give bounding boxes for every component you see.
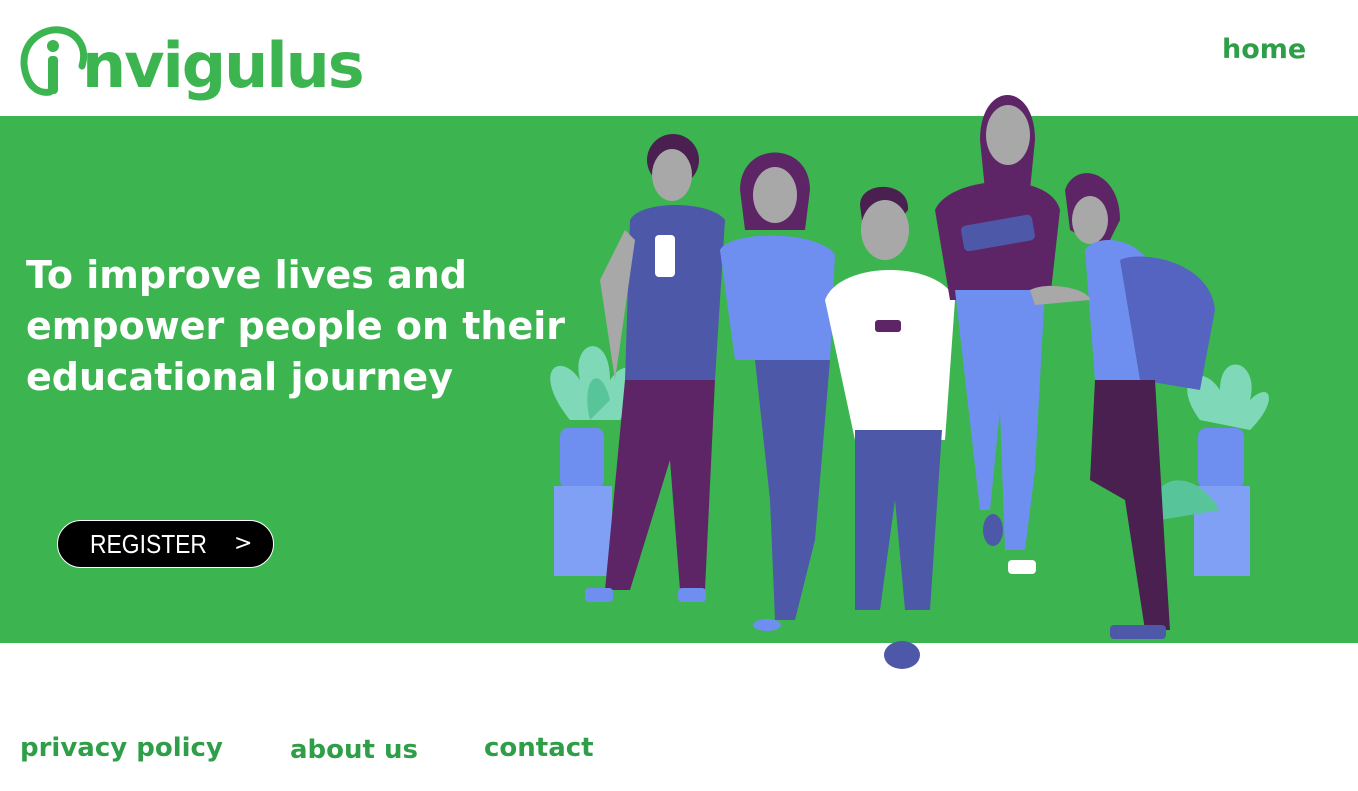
- footer-privacy-policy-link[interactable]: privacy policy: [20, 733, 223, 763]
- hero-headline: To improve lives and empower people on t…: [26, 253, 565, 399]
- person-5-figure: [1030, 173, 1215, 639]
- logo-wordmark: nvigulus: [82, 29, 365, 102]
- register-button-label: REGISTER: [90, 529, 207, 559]
- register-button[interactable]: REGISTER >: [57, 520, 274, 568]
- person-2-figure: [720, 152, 835, 631]
- nav-home-link[interactable]: home: [1222, 34, 1306, 65]
- plant-right-icon: [1155, 364, 1269, 576]
- chevron-right-icon: >: [234, 531, 253, 556]
- invigulus-logo[interactable]: nvigulus: [16, 22, 365, 112]
- footer-contact-link[interactable]: contact: [484, 733, 594, 763]
- footer-about-us-link[interactable]: about us: [290, 735, 418, 765]
- students-illustration: [550, 95, 1269, 669]
- person-3-figure: [825, 186, 955, 669]
- person-4-figure: [935, 95, 1060, 574]
